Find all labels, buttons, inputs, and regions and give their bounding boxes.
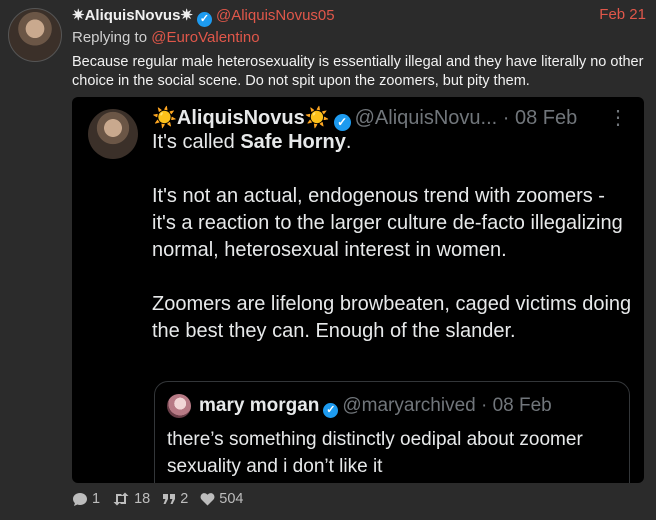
quoted-display-name: mary morgan <box>199 395 320 417</box>
replying-prefix: Replying to <box>72 29 148 46</box>
speech-bubble-icon <box>73 492 87 506</box>
reblog-action[interactable]: 18 <box>112 491 150 507</box>
quoted-tweet: mary morgan ✓ @maryarchived · 08 Feb there… <box>154 381 630 483</box>
retweet-icon <box>113 492 129 506</box>
quoted-date: · 08 Feb <box>480 395 552 417</box>
embedded-header: ☀️AliquisNovus☀️ ✓ @AliquisNovu... · 08 Fe… <box>152 105 628 131</box>
heart-icon <box>200 493 215 506</box>
quote-count: 2 <box>180 491 189 507</box>
verified-badge-icon: ✓ <box>196 12 212 27</box>
quote-icon <box>163 494 176 504</box>
replying-to: Replying to @EuroValentino <box>72 29 260 46</box>
embedded-display-name: ☀️AliquisNovus☀️ <box>152 107 330 129</box>
embedded-avatar <box>88 109 138 159</box>
post-date[interactable]: Feb 21 <box>599 6 646 23</box>
post: ✷AliquisNovus✷ ✓ @AliquisNovus05 Feb 21 Re… <box>0 0 656 520</box>
embedded-line1: It's called Safe Horny. <box>152 131 352 153</box>
quoted-handle: @maryarchived <box>342 395 476 417</box>
quoted-text: there’s something distinctly oedipal abo… <box>167 429 583 477</box>
post-body: Because regular male heterosexuality is … <box>72 54 644 89</box>
quoted-header: mary morgan ✓ @maryarchived · 08 Feb <box>167 394 552 419</box>
like-count: 504 <box>219 491 244 507</box>
author-handle[interactable]: @AliquisNovus05 <box>216 7 335 24</box>
embedded-paragraph2: It's not an actual, endogenous trend wit… <box>152 185 623 261</box>
reblog-count: 18 <box>134 491 151 507</box>
quoted-avatar <box>167 394 191 418</box>
quote-action[interactable]: 2 <box>162 491 188 507</box>
post-header: ✷AliquisNovus✷ ✓ @AliquisNovus05 Feb 21 <box>72 6 646 27</box>
embedded-handle: @AliquisNovu... <box>354 107 498 129</box>
like-action[interactable]: 504 <box>200 491 244 507</box>
action-bar: 1 18 2 504 <box>72 491 244 507</box>
verified-badge-icon: ✓ <box>323 403 339 419</box>
author-display-name[interactable]: ✷AliquisNovus✷ <box>72 7 193 24</box>
more-options-icon: ⋮ <box>608 107 628 129</box>
embedded-text: It's called Safe Horny. It's not an actu… <box>152 129 632 345</box>
author-avatar[interactable] <box>8 8 62 62</box>
reply-action[interactable]: 1 <box>72 491 100 507</box>
embedded-paragraph3: Zoomers are lifelong browbeaten, caged v… <box>152 293 632 342</box>
embedded-date: · 08 Feb <box>502 107 578 129</box>
embedded-tweet-image[interactable]: ☀️AliquisNovus☀️ ✓ @AliquisNovu... · 08 Fe… <box>72 97 644 483</box>
reply-mention-link[interactable]: @EuroValentino <box>151 29 259 46</box>
reply-count: 1 <box>92 491 101 507</box>
